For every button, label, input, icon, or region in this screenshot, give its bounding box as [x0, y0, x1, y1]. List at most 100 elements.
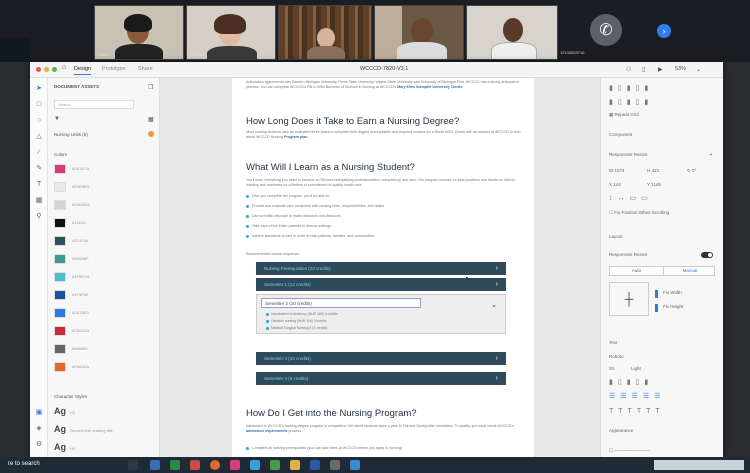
device-preview-icon[interactable]: ▯: [642, 66, 645, 73]
color-swatch-item[interactable]: #1F4FA0: [54, 290, 150, 302]
rectangle-tool-icon[interactable]: □: [34, 100, 44, 110]
color-swatch[interactable]: [54, 236, 66, 246]
x-field[interactable]: X 144: [609, 182, 621, 187]
tab-design[interactable]: Design: [74, 66, 92, 75]
assets-icon[interactable]: ▣: [34, 408, 44, 418]
color-swatch-item[interactable]: #C82A3A: [54, 326, 150, 338]
link-icon[interactable]: ⚭: [709, 152, 713, 158]
next-page-button[interactable]: ›: [657, 24, 671, 38]
accordion-title-selected[interactable]: Semester 2 (10 credits): [261, 298, 421, 308]
color-swatch[interactable]: [54, 272, 66, 282]
responsive-resize-toggle[interactable]: [701, 252, 713, 258]
app-icon[interactable]: [330, 460, 340, 470]
zoom-tool-icon[interactable]: ⚲: [34, 212, 44, 222]
home-icon[interactable]: ⌂: [62, 64, 66, 71]
rotation-field[interactable]: ↻ 0°: [687, 168, 696, 174]
opacity-slider[interactable]: ☐ ————————: [609, 448, 650, 454]
filter-icon[interactable]: ▼: [54, 116, 60, 122]
minimize-window-button[interactable]: [44, 67, 49, 72]
grid-view-icon[interactable]: ▦: [148, 116, 154, 123]
chevron-down-icon[interactable]: ⌄: [696, 66, 701, 73]
app-icon[interactable]: [170, 460, 180, 470]
color-swatch-item[interactable]: #4FBFC9: [54, 272, 150, 284]
accordion-semester-3[interactable]: Semester 3 (10 credits) ›: [256, 352, 506, 365]
firefox-icon[interactable]: [210, 460, 220, 470]
app-icon[interactable]: [190, 460, 200, 470]
type-style-item[interactable]: Ag H4: [54, 442, 75, 452]
tab-prototype[interactable]: Prototype: [102, 66, 126, 72]
color-swatch-item[interactable]: #E9E9E9: [54, 182, 150, 194]
video-tile-1[interactable]: Dalila: [94, 5, 184, 60]
accordion-semester-2-open[interactable]: Semester 2 (10 credits) ⌄ Introduction t…: [256, 294, 506, 334]
type-style-item[interactable]: Ag Second line reading title: [54, 424, 113, 434]
design-canvas[interactable]: Articulation agreements with Eastern Mic…: [160, 78, 600, 457]
color-swatch-item[interactable]: #D63D7A: [54, 164, 150, 176]
color-swatch-item[interactable]: #3A9A8F: [54, 254, 150, 266]
layers-icon[interactable]: ◈: [34, 424, 44, 434]
ellipse-tool-icon[interactable]: ○: [34, 116, 44, 126]
system-tray[interactable]: [654, 460, 744, 470]
pen-tool-icon[interactable]: ✎: [34, 164, 44, 174]
assets-search-input[interactable]: Search: [54, 100, 134, 109]
color-swatch-item[interactable]: #111111: [54, 218, 150, 230]
phone-call-button[interactable]: ✆: [590, 14, 622, 46]
constraints-widget[interactable]: ┼: [609, 282, 649, 316]
text-align-icons[interactable]: ☰☰☰☰☰: [609, 392, 665, 400]
color-swatch[interactable]: [54, 308, 66, 318]
color-swatch[interactable]: [54, 218, 66, 228]
video-tile-5[interactable]: Nathaniel: [466, 5, 558, 60]
taskbar-search[interactable]: re to search: [8, 461, 40, 467]
fix-width-label[interactable]: Fix Width: [663, 290, 682, 295]
color-swatch[interactable]: [54, 182, 66, 192]
color-swatch-item[interactable]: #2A7BE0: [54, 308, 150, 320]
accordion-nursing-prereqs[interactable]: Nursing Prerequisites (23 credits) ›: [256, 262, 506, 275]
height-field[interactable]: H 423: [647, 168, 659, 173]
color-swatch[interactable]: [54, 344, 66, 354]
user-icon[interactable]: ⚇: [626, 66, 631, 73]
type-style-item[interactable]: Ag H3: [54, 406, 75, 416]
video-tile-3[interactable]: [278, 5, 372, 60]
text-format-icons[interactable]: ▮▯▮▯▮: [609, 378, 653, 386]
maximize-window-button[interactable]: [52, 67, 57, 72]
fix-height-label[interactable]: Fix Height: [663, 304, 683, 309]
accordion-semester-4[interactable]: Semester 4 (6 credits) ›: [256, 372, 506, 385]
artboard-tool-icon[interactable]: ▦: [34, 196, 44, 206]
zoom-level[interactable]: 53%: [675, 66, 686, 72]
color-swatch-item[interactable]: #D4D4D4: [54, 200, 150, 212]
color-swatch[interactable]: [54, 362, 66, 372]
font-size-field[interactable]: 20: [609, 366, 614, 371]
repeat-grid-button[interactable]: ▦ Repeat Grid: [609, 112, 639, 118]
color-swatch[interactable]: [54, 326, 66, 336]
folder-icon[interactable]: [290, 460, 300, 470]
font-family-select[interactable]: Roboto: [609, 354, 624, 359]
manual-option[interactable]: Manual: [663, 267, 716, 275]
text-transform-icons[interactable]: TTTTTT: [609, 408, 665, 415]
color-swatch[interactable]: [54, 164, 66, 174]
chevron-down-icon[interactable]: ⌄: [491, 301, 497, 309]
color-swatch-item[interactable]: #666666: [54, 344, 150, 356]
color-swatch[interactable]: [54, 290, 66, 300]
app-icon[interactable]: [250, 460, 260, 470]
close-window-button[interactable]: [36, 67, 41, 72]
fix-position-checkbox[interactable]: ☐ Fix Position When Scrolling: [609, 210, 669, 216]
color-swatch-item[interactable]: #E06A2A: [54, 362, 150, 374]
distribute-icons[interactable]: ▮▯▮▯▮: [609, 98, 653, 106]
align-icons[interactable]: ▮▯▮▯▮: [609, 84, 653, 92]
zoom-app-icon[interactable]: [150, 460, 160, 470]
text-tool-icon[interactable]: T: [34, 180, 44, 190]
flip-icons[interactable]: ↕↔▭▭: [609, 194, 653, 202]
color-swatch[interactable]: [54, 200, 66, 210]
select-tool-icon[interactable]: ➤: [34, 84, 44, 94]
xd-app-icon[interactable]: [230, 460, 240, 470]
task-view-icon[interactable]: [128, 460, 138, 470]
plugins-icon[interactable]: ⚙: [34, 440, 44, 450]
width-field[interactable]: W 1074: [609, 168, 625, 173]
video-tile-4[interactable]: [374, 5, 464, 60]
resize-mode-segment[interactable]: Auto Manual: [609, 266, 715, 276]
y-field[interactable]: Y 1148: [647, 182, 661, 187]
play-icon[interactable]: ▶: [658, 66, 663, 73]
line-tool-icon[interactable]: ∕: [34, 148, 44, 158]
auto-option[interactable]: Auto: [610, 267, 663, 275]
tab-share[interactable]: Share: [138, 66, 153, 72]
color-swatch-item[interactable]: #2F4F5A: [54, 236, 150, 248]
